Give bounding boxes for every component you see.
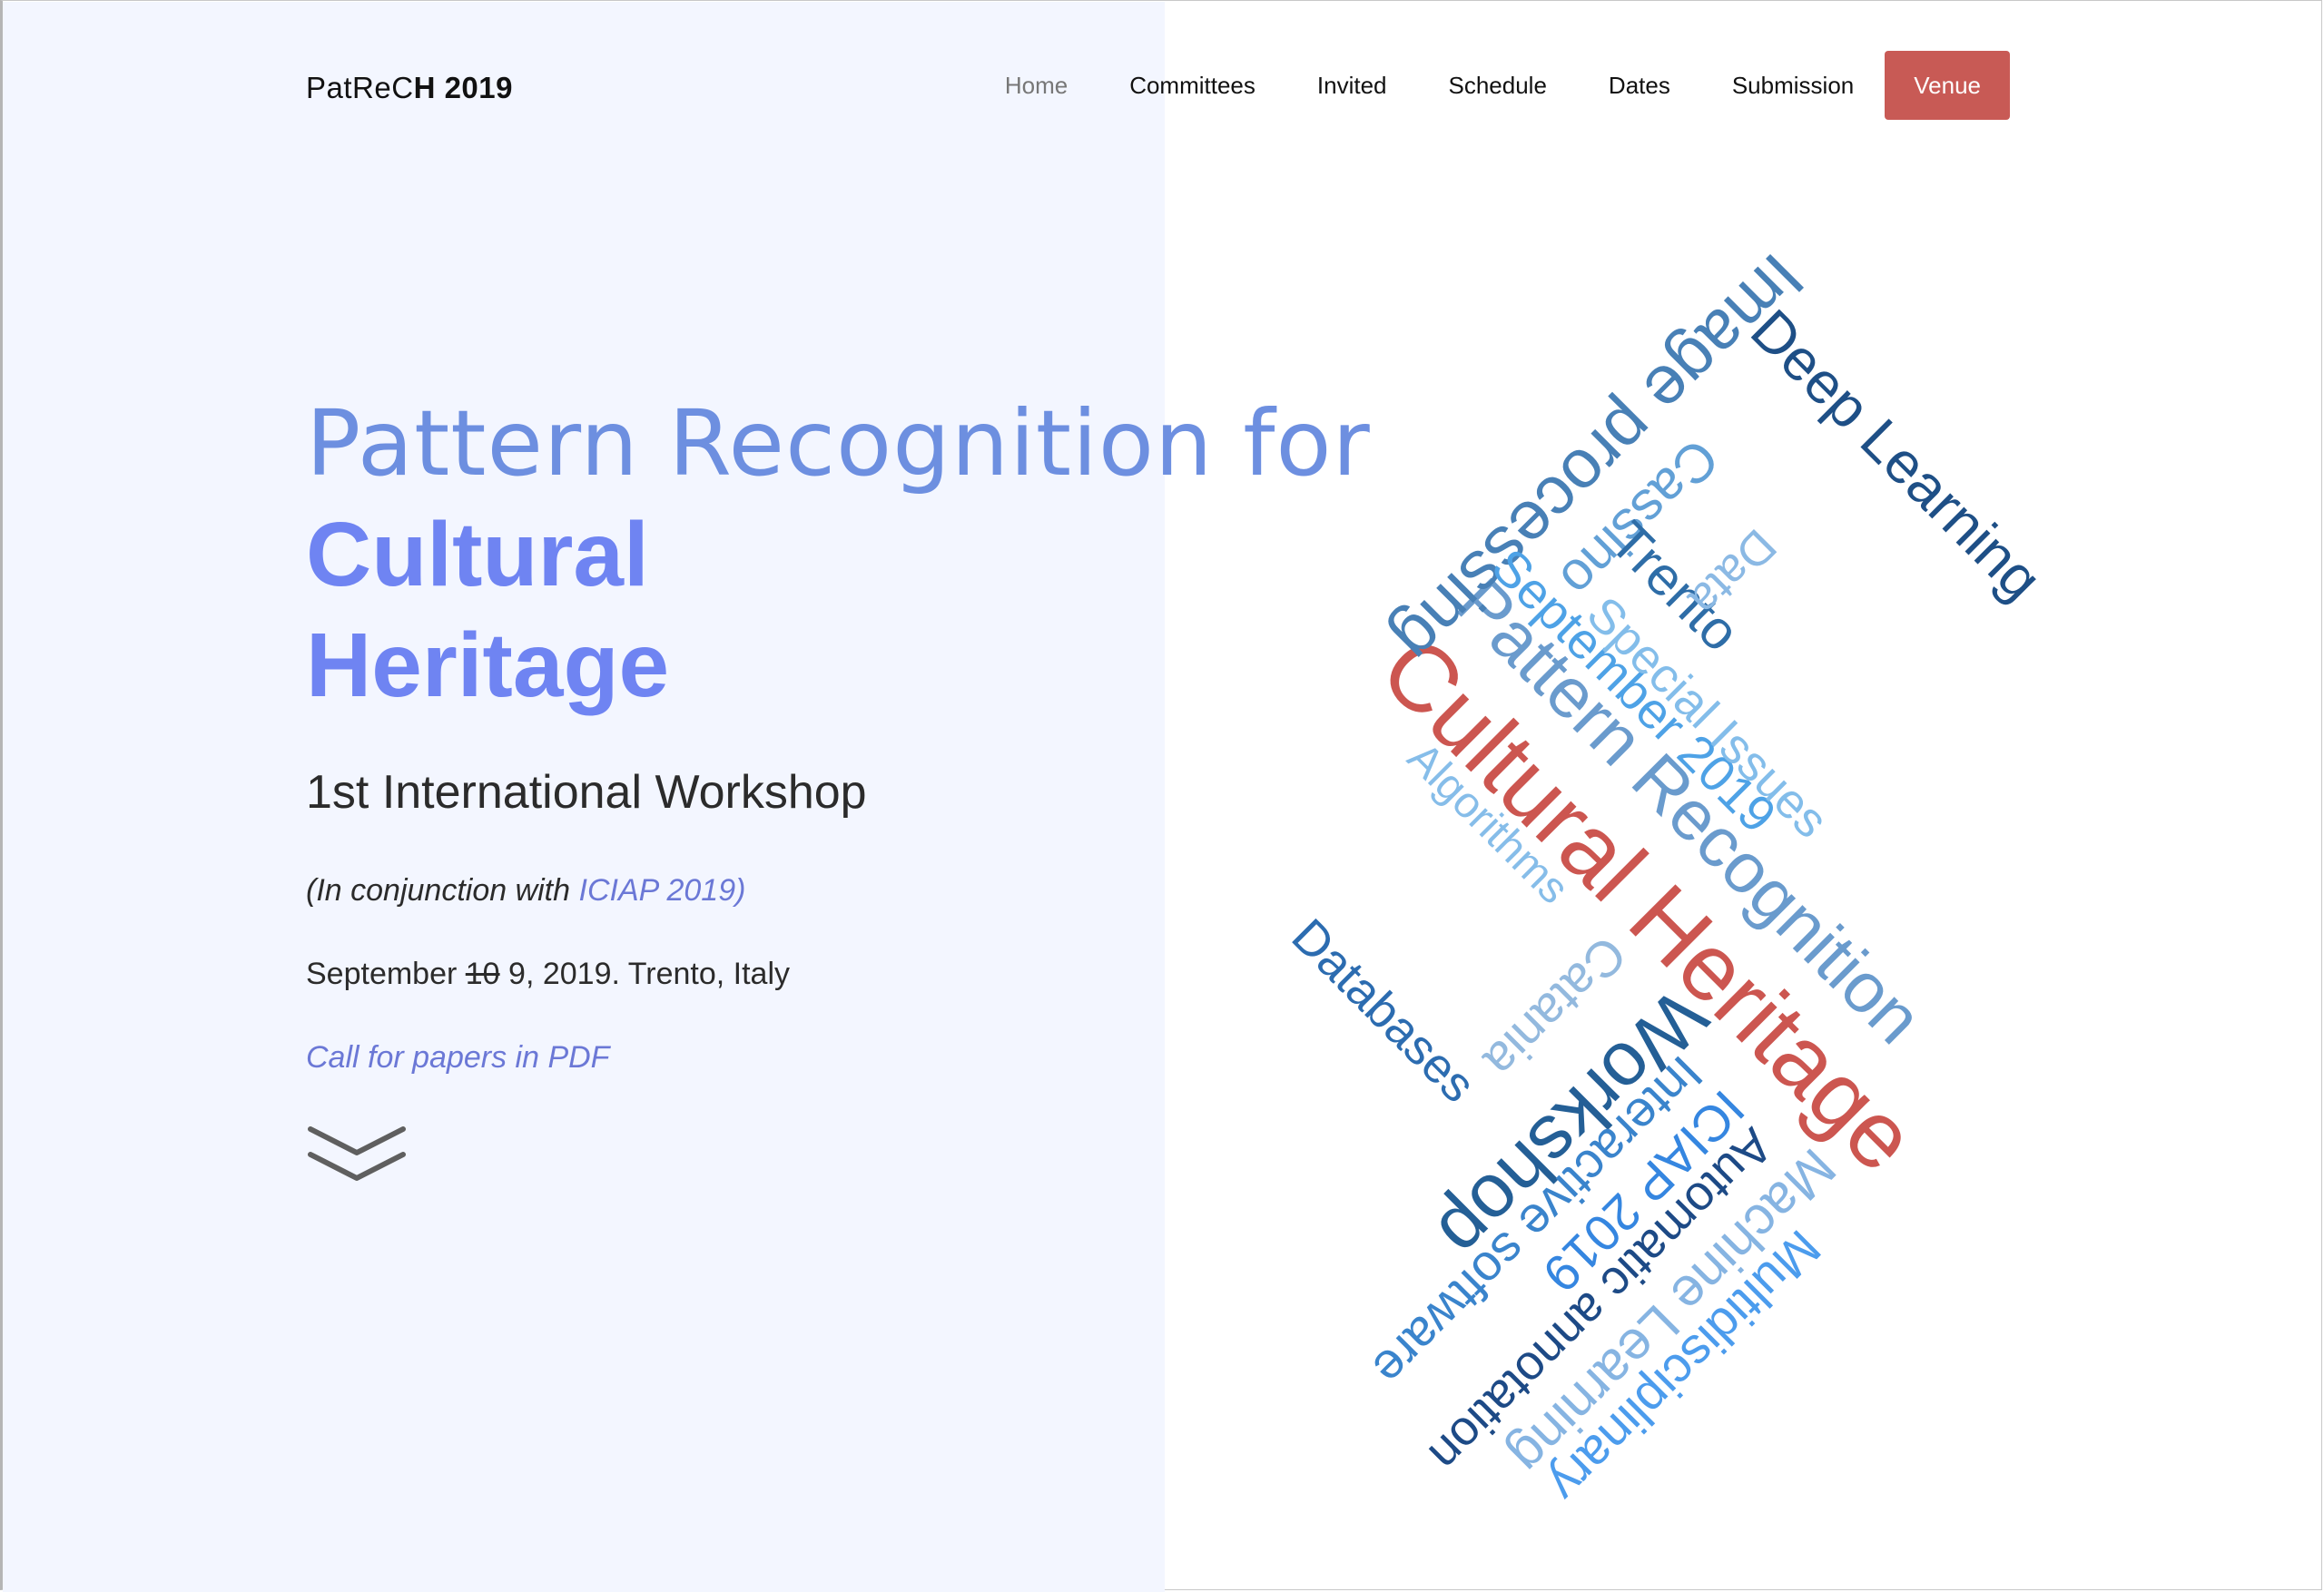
- hero-title-line-1: Cultural: [306, 504, 649, 605]
- call-for-papers-link[interactable]: Call for papers in PDF: [306, 1040, 609, 1076]
- site-logo-light: PatReC: [306, 71, 414, 104]
- nav-item-committees[interactable]: Committees: [1129, 72, 1256, 100]
- scroll-down-chevron-icon[interactable]: [307, 1124, 407, 1196]
- date-struck: 10: [465, 957, 500, 991]
- date-prefix: September: [306, 957, 466, 991]
- conjunction-prefix: (In conjunction with: [306, 873, 579, 908]
- main-nav: Home Committees Invited Schedule Dates S…: [943, 51, 2010, 120]
- hero-title-line-2: Heritage: [306, 614, 670, 716]
- nav-item-submission[interactable]: Submission: [1732, 72, 1854, 100]
- iciap-link[interactable]: ICIAP 2019): [579, 873, 746, 908]
- site-logo-bold: H 2019: [413, 71, 513, 104]
- nav-item-schedule[interactable]: Schedule: [1449, 72, 1547, 100]
- conjunction-note: (In conjunction with ICIAP 2019): [306, 873, 745, 909]
- hero-title-bold: Cultural Heritage: [306, 499, 669, 721]
- event-date-location: September 10 9, 2019. Trento, Italy: [306, 957, 790, 992]
- nav-item-dates[interactable]: Dates: [1609, 72, 1670, 100]
- hero-subtitle: 1st International Workshop: [306, 766, 867, 819]
- date-rest: 9, 2019. Trento, Italy: [499, 957, 791, 991]
- nav-item-invited[interactable]: Invited: [1317, 72, 1387, 100]
- nav-venue-button[interactable]: Venue: [1885, 51, 2010, 120]
- site-logo[interactable]: PatReCH 2019: [306, 71, 513, 105]
- hero-title-light: Pattern Recognition for: [306, 390, 1371, 496]
- nav-item-home[interactable]: Home: [1005, 72, 1068, 100]
